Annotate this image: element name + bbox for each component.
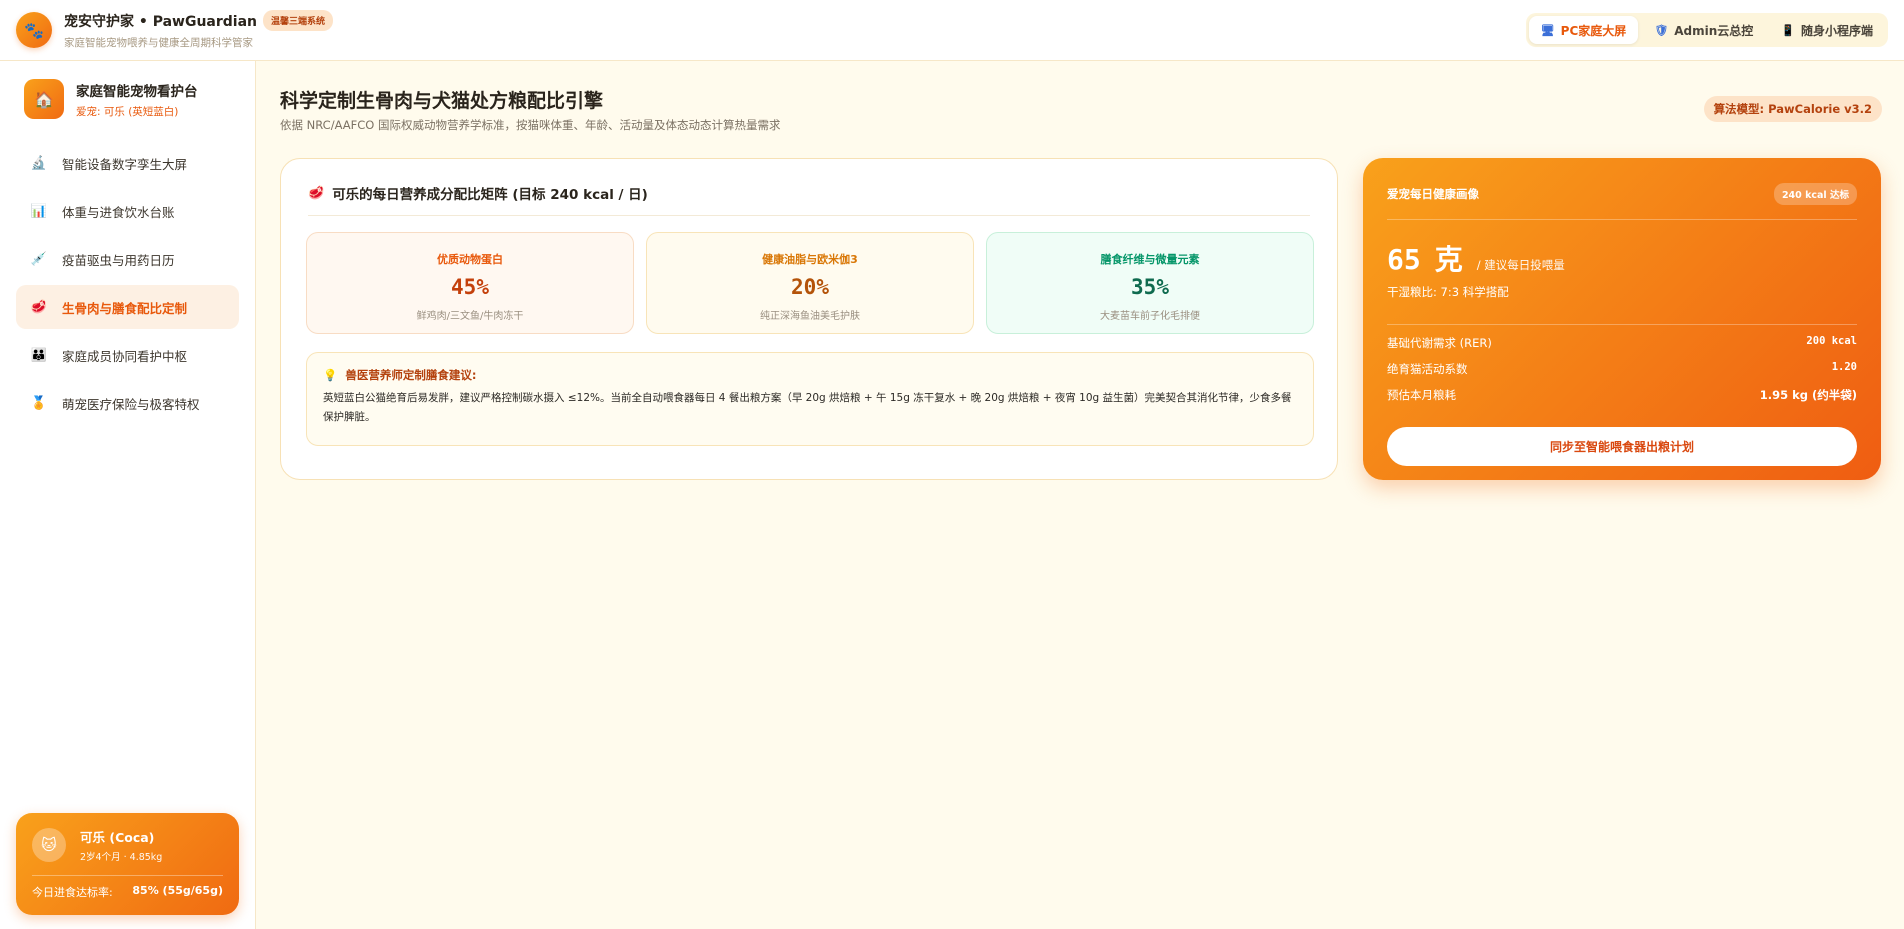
sync-feeder-button[interactable]: 同步至智能喂食器出粮计划 — [1387, 427, 1857, 466]
lightbulb-icon: 💡 — [323, 368, 338, 382]
row-label: 绝育猫活动系数 — [1387, 362, 1468, 376]
mode-pc-button[interactable]: 🖥 PC家庭大屏 — [1528, 16, 1639, 44]
sidebar-item-family-care[interactable]: 👪 家庭成员协同看护中枢 — [16, 333, 239, 377]
profile-row-monthly: 预估本月粮耗 1.95 kg (约半袋) — [1387, 387, 1857, 403]
brand: 宠安守护家 • PawGuardian 温馨三端系统 家庭智能宠物喂养与健康全周… — [64, 10, 334, 50]
kcal-badge: 240 kcal 达标 — [1773, 183, 1857, 205]
divider — [32, 875, 223, 876]
sidebar-item-label: 智能设备数字孪生大屏 — [62, 156, 188, 172]
health-profile-card: 爱宠每日健康画像 240 kcal 达标 65 克 / 建议每日投喂量 干湿粮比… — [1363, 158, 1881, 480]
shield-icon: 🛡 — [1654, 23, 1669, 37]
row-value: 200 kcal — [1806, 335, 1857, 347]
pet-meta: 2岁4个月 · 4.85kg — [80, 852, 163, 863]
pet-stat-label: 今日进食达标率: — [32, 886, 113, 899]
mode-mini-label: 随身小程序端 — [1800, 23, 1873, 38]
sidebar: 🏠 家庭智能宠物看护台 爱宠: 可乐 (英短蓝白) 🔬 智能设备数字孪生大屏 📊… — [0, 61, 256, 929]
metric-desc: 纯正深海鱼油美毛护肤 — [760, 311, 860, 322]
profile-row-rer: 基础代谢需求 (RER) 200 kcal — [1387, 335, 1857, 351]
paw-logo-icon: 🐾 — [16, 12, 52, 48]
system-tag: 温馨三端系统 — [263, 10, 334, 31]
row-label: 基础代谢需求 (RER) — [1387, 336, 1492, 350]
profile-title: 爱宠每日健康画像 — [1387, 187, 1479, 201]
sidebar-item-label: 生骨肉与膳食配比定制 — [62, 300, 188, 316]
divider — [1387, 219, 1857, 220]
advice-text: 英短蓝白公猫绝育后易发胖，建议严格控制碳水摄入 ≤12%。当前全自动喂食器每日 … — [323, 392, 1292, 423]
metric-fiber: 膳食纤维与微量元素 35% 大麦苗车前子化毛排便 — [986, 232, 1314, 334]
mobile-icon: 📱 — [1781, 23, 1795, 37]
sidebar-nav: 🔬 智能设备数字孪生大屏 📊 体重与进食饮水台账 💉 疫苗驱虫与用药日历 🥩 生… — [0, 141, 255, 425]
app-subtitle: 家庭智能宠物喂养与健康全周期科学管家 — [64, 37, 253, 49]
main-content: 科学定制生骨肉与犬猫处方粮配比引擎 依据 NRC/AAFCO 国际权威动物营养学… — [257, 61, 1904, 929]
sidebar-subtitle: 爱宠: 可乐 (英短蓝白) — [76, 105, 179, 118]
mode-pc-label: PC家庭大屏 — [1560, 23, 1627, 38]
metric-desc: 鲜鸡肉/三文鱼/牛肉冻干 — [416, 311, 524, 322]
home-icon: 🏠 — [24, 79, 64, 119]
mode-admin-label: Admin云总控 — [1674, 23, 1754, 38]
mode-admin-button[interactable]: 🛡 Admin云总控 — [1642, 16, 1765, 44]
daily-amount-hint: / 建议每日投喂量 — [1476, 258, 1565, 272]
sidebar-title: 家庭智能宠物看护台 — [76, 83, 198, 100]
pet-stat-value: 85% (55g/65g) — [132, 884, 223, 897]
divider — [308, 215, 1310, 216]
mode-mini-button[interactable]: 📱 随身小程序端 — [1769, 16, 1885, 44]
sidebar-header: 🏠 家庭智能宠物看护台 爱宠: 可乐 (英短蓝白) — [0, 61, 255, 119]
top-bar: 🐾 宠安守护家 • PawGuardian 温馨三端系统 家庭智能宠物喂养与健康… — [0, 0, 1904, 61]
pet-summary-card[interactable]: 🐱 可乐 (Coca) 2岁4个月 · 4.85kg 今日进食达标率: 85% … — [16, 813, 239, 915]
matrix-title-text: 可乐的每日营养成分配比矩阵 (目标 240 kcal / 日) — [332, 187, 648, 203]
sidebar-item-weight-ledger[interactable]: 📊 体重与进食饮水台账 — [16, 189, 239, 233]
syringe-icon: 💉 — [30, 251, 48, 267]
divider — [1387, 324, 1857, 325]
metric-value: 45% — [451, 275, 489, 299]
sidebar-item-label: 家庭成员协同看护中枢 — [62, 348, 188, 364]
cat-avatar-icon: 🐱 — [32, 828, 66, 862]
page-subtitle: 依据 NRC/AAFCO 国际权威动物营养学标准，按猫咪体重、年龄、活动量及体态… — [280, 118, 781, 132]
metric-label: 健康油脂与欧米伽3 — [762, 253, 858, 266]
nutrition-matrix-panel: 🥩 可乐的每日营养成分配比矩阵 (目标 240 kcal / 日) 优质动物蛋白… — [280, 158, 1338, 480]
sidebar-item-label: 疫苗驱虫与用药日历 — [62, 252, 175, 268]
bar-chart-icon: 📊 — [30, 203, 48, 219]
family-icon: 👪 — [30, 347, 48, 363]
sidebar-item-label: 萌宠医疗保险与极客特权 — [62, 396, 200, 412]
vet-advice-box: 💡 兽医营养师定制膳食建议: 英短蓝白公猫绝育后易发胖，建议严格控制碳水摄入 ≤… — [306, 352, 1314, 446]
metric-value: 35% — [1131, 275, 1169, 299]
pet-name: 可乐 (Coca) — [80, 830, 155, 845]
meat-icon: 🥩 — [308, 185, 325, 201]
sidebar-item-insurance[interactable]: 🏅 萌宠医疗保险与极客特权 — [16, 381, 239, 425]
monitor-icon: 🖥 — [1540, 23, 1555, 37]
mode-switch: 🖥 PC家庭大屏 🛡 Admin云总控 📱 随身小程序端 — [1525, 13, 1888, 47]
metric-protein: 优质动物蛋白 45% 鲜鸡肉/三文鱼/牛肉冻干 — [306, 232, 634, 334]
daily-amount-unit: 克 — [1434, 243, 1463, 276]
metric-fat: 健康油脂与欧米伽3 20% 纯正深海鱼油美毛护肤 — [646, 232, 974, 334]
matrix-title: 🥩 可乐的每日营养成分配比矩阵 (目标 240 kcal / 日) — [308, 183, 648, 204]
row-label: 预估本月粮耗 — [1387, 388, 1456, 402]
metric-value: 20% — [791, 275, 829, 299]
sidebar-item-digital-twin[interactable]: 🔬 智能设备数字孪生大屏 — [16, 141, 239, 185]
sidebar-item-vaccine-calendar[interactable]: 💉 疫苗驱虫与用药日历 — [16, 237, 239, 281]
metric-label: 优质动物蛋白 — [437, 253, 503, 266]
advice-title-text: 兽医营养师定制膳食建议: — [345, 368, 477, 382]
metric-desc: 大麦苗车前子化毛排便 — [1100, 311, 1200, 322]
advice-title: 💡 兽医营养师定制膳食建议: — [323, 367, 1297, 383]
app-title: 宠安守护家 • PawGuardian — [64, 13, 258, 30]
medal-icon: 🏅 — [30, 395, 48, 411]
page-title: 科学定制生骨肉与犬猫处方粮配比引擎 — [280, 90, 604, 112]
profile-row-activity: 绝育猫活动系数 1.20 — [1387, 361, 1857, 377]
meat-icon: 🥩 — [30, 299, 48, 315]
sidebar-item-label: 体重与进食饮水台账 — [62, 204, 175, 220]
row-value: 1.95 kg (约半袋) — [1759, 388, 1857, 402]
row-value: 1.20 — [1831, 361, 1857, 373]
daily-amount: 65 — [1387, 243, 1421, 276]
algorithm-badge: 算法模型: PawCalorie v3.2 — [1703, 96, 1882, 122]
microscope-icon: 🔬 — [30, 155, 48, 171]
wet-dry-ratio: 干湿粮比: 7:3 科学搭配 — [1387, 285, 1509, 299]
sidebar-item-diet-custom[interactable]: 🥩 生骨肉与膳食配比定制 — [16, 285, 239, 329]
metric-label: 膳食纤维与微量元素 — [1100, 253, 1200, 266]
